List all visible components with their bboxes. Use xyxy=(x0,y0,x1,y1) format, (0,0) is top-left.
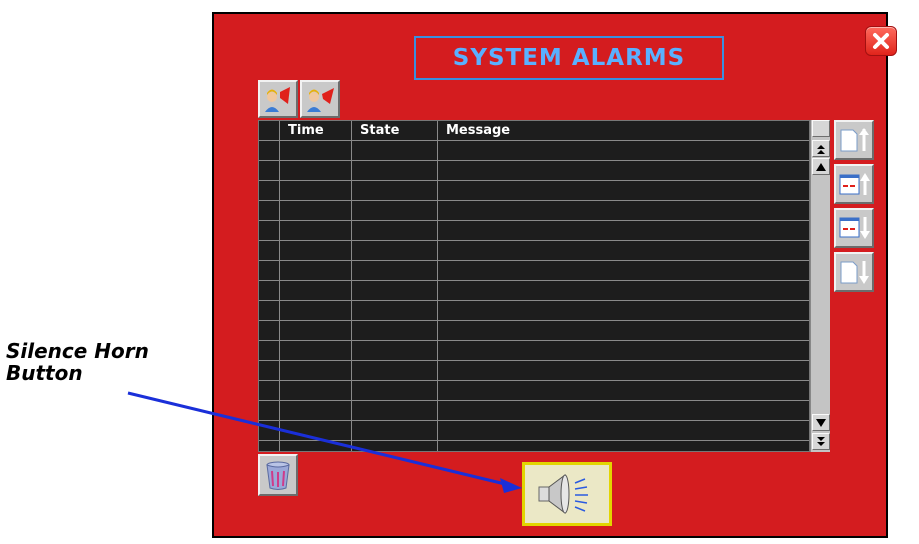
table-row[interactable] xyxy=(259,261,809,281)
up-arrow-icon xyxy=(816,162,826,171)
page-top-icon xyxy=(840,128,869,152)
table-row[interactable] xyxy=(259,201,809,221)
column-header-select xyxy=(259,121,280,140)
close-icon xyxy=(873,33,889,49)
table-row[interactable] xyxy=(259,321,809,341)
table-row[interactable] xyxy=(259,441,809,451)
page-up-icon xyxy=(839,173,870,195)
table-row[interactable] xyxy=(259,221,809,241)
window-title: SYSTEM ALARMS xyxy=(414,36,724,80)
alarm-table: Time State Message xyxy=(258,120,810,452)
clear-alarms-button[interactable] xyxy=(258,454,298,496)
double-up-arrow-icon xyxy=(817,144,825,154)
scroll-thumb[interactable] xyxy=(812,120,830,137)
callout-label-line2: Button xyxy=(6,361,83,385)
acknowledge-alarm-button[interactable] xyxy=(258,80,298,118)
table-row[interactable] xyxy=(259,301,809,321)
close-button[interactable] xyxy=(865,26,897,56)
table-row[interactable] xyxy=(259,141,809,161)
table-row[interactable] xyxy=(259,401,809,421)
table-row[interactable] xyxy=(259,361,809,381)
speaker-horn-icon xyxy=(538,474,588,514)
table-row[interactable] xyxy=(259,281,809,301)
double-down-arrow-icon xyxy=(817,436,825,446)
table-row[interactable] xyxy=(259,421,809,441)
page-down-button[interactable] xyxy=(834,208,874,248)
table-row[interactable] xyxy=(259,341,809,361)
scroll-up-button[interactable] xyxy=(812,158,830,175)
alarm-window: SYSTEM ALARMS Time State Message xyxy=(212,12,897,538)
page-bottom-button[interactable] xyxy=(834,252,874,292)
callout-label: Silence Horn Button xyxy=(6,340,206,384)
table-row[interactable] xyxy=(259,181,809,201)
vertical-scrollbar[interactable] xyxy=(810,120,830,452)
scroll-to-top-button[interactable] xyxy=(812,140,830,157)
callout-label-line1: Silence Horn xyxy=(6,339,149,363)
column-header-time[interactable]: Time xyxy=(280,121,352,140)
table-header-row: Time State Message xyxy=(259,121,809,141)
table-row[interactable] xyxy=(259,161,809,181)
page-down-icon xyxy=(839,217,870,239)
silence-horn-button[interactable] xyxy=(522,462,612,526)
acknowledge-all-alarms-icon xyxy=(307,88,334,112)
trash-can-icon xyxy=(266,461,290,490)
table-row[interactable] xyxy=(259,381,809,401)
acknowledge-all-button[interactable] xyxy=(300,80,340,118)
scroll-to-bottom-button[interactable] xyxy=(812,433,830,450)
page-bottom-icon xyxy=(840,261,869,284)
page-top-button[interactable] xyxy=(834,120,874,160)
down-arrow-icon xyxy=(816,418,826,427)
table-row[interactable] xyxy=(259,241,809,261)
column-header-state[interactable]: State xyxy=(352,121,438,140)
column-header-message[interactable]: Message xyxy=(438,121,809,140)
page-up-button[interactable] xyxy=(834,164,874,204)
scroll-down-button[interactable] xyxy=(812,414,830,431)
acknowledge-alarm-icon xyxy=(265,87,290,112)
